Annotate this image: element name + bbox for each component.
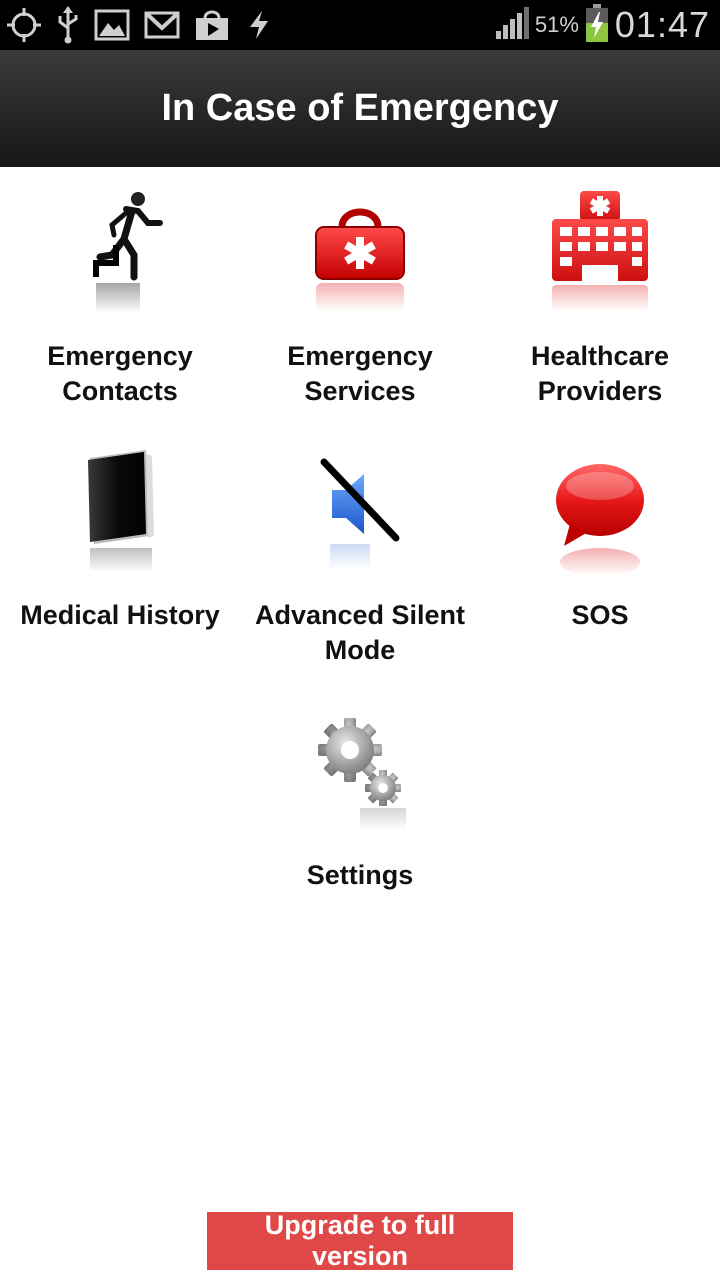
menu-item-label: Medical History <box>20 600 220 630</box>
sync-icon <box>244 7 274 43</box>
gmail-icon <box>144 10 180 40</box>
hospital-icon <box>552 191 648 311</box>
notification-icons <box>6 6 274 44</box>
first-aid-kit-icon <box>315 208 405 311</box>
play-store-icon <box>194 8 230 42</box>
battery-charging-icon <box>585 3 609 47</box>
menu-item-emergency-services[interactable]: Emergency Services <box>240 185 480 409</box>
signal-icon <box>495 6 529 44</box>
usb-icon <box>56 6 80 44</box>
speech-bubble-icon <box>556 464 644 576</box>
menu-item-settings[interactable]: Settings <box>240 704 480 893</box>
page-title: In Case of Emergency <box>161 87 559 129</box>
image-icon <box>94 9 130 41</box>
menu-item-emergency-contacts[interactable]: Emergency Contacts <box>0 185 240 409</box>
menu-item-healthcare-providers[interactable]: Healthcare Providers <box>480 185 720 409</box>
menu-item-label: Emergency Contacts <box>47 341 193 406</box>
menu-item-label: SOS <box>571 600 629 630</box>
battery-percent: 51% <box>534 12 579 37</box>
status-right: 51% 01:47 <box>495 0 710 50</box>
muted-speaker-icon <box>320 458 400 570</box>
gears-icon <box>318 718 406 830</box>
book-icon <box>88 450 154 572</box>
title-bar: In Case of Emergency <box>0 50 720 167</box>
menu-item-label: Emergency Services <box>287 341 433 406</box>
menu-item-advanced-silent-mode[interactable]: Advanced Silent Mode <box>240 444 480 668</box>
menu-item-label: Settings <box>306 860 414 890</box>
menu-item-label: Advanced Silent Mode <box>254 600 466 665</box>
gps-icon <box>6 7 42 43</box>
menu-item-label: Healthcare Providers <box>530 341 670 406</box>
clock: 01:47 <box>614 4 710 45</box>
status-bar: 51% 01:47 <box>0 0 720 50</box>
running-exit-icon <box>93 192 163 313</box>
menu-item-medical-history[interactable]: Medical History <box>0 444 240 633</box>
menu-item-sos[interactable]: SOS <box>480 444 720 633</box>
upgrade-button[interactable]: Upgrade to full version <box>207 1210 513 1271</box>
